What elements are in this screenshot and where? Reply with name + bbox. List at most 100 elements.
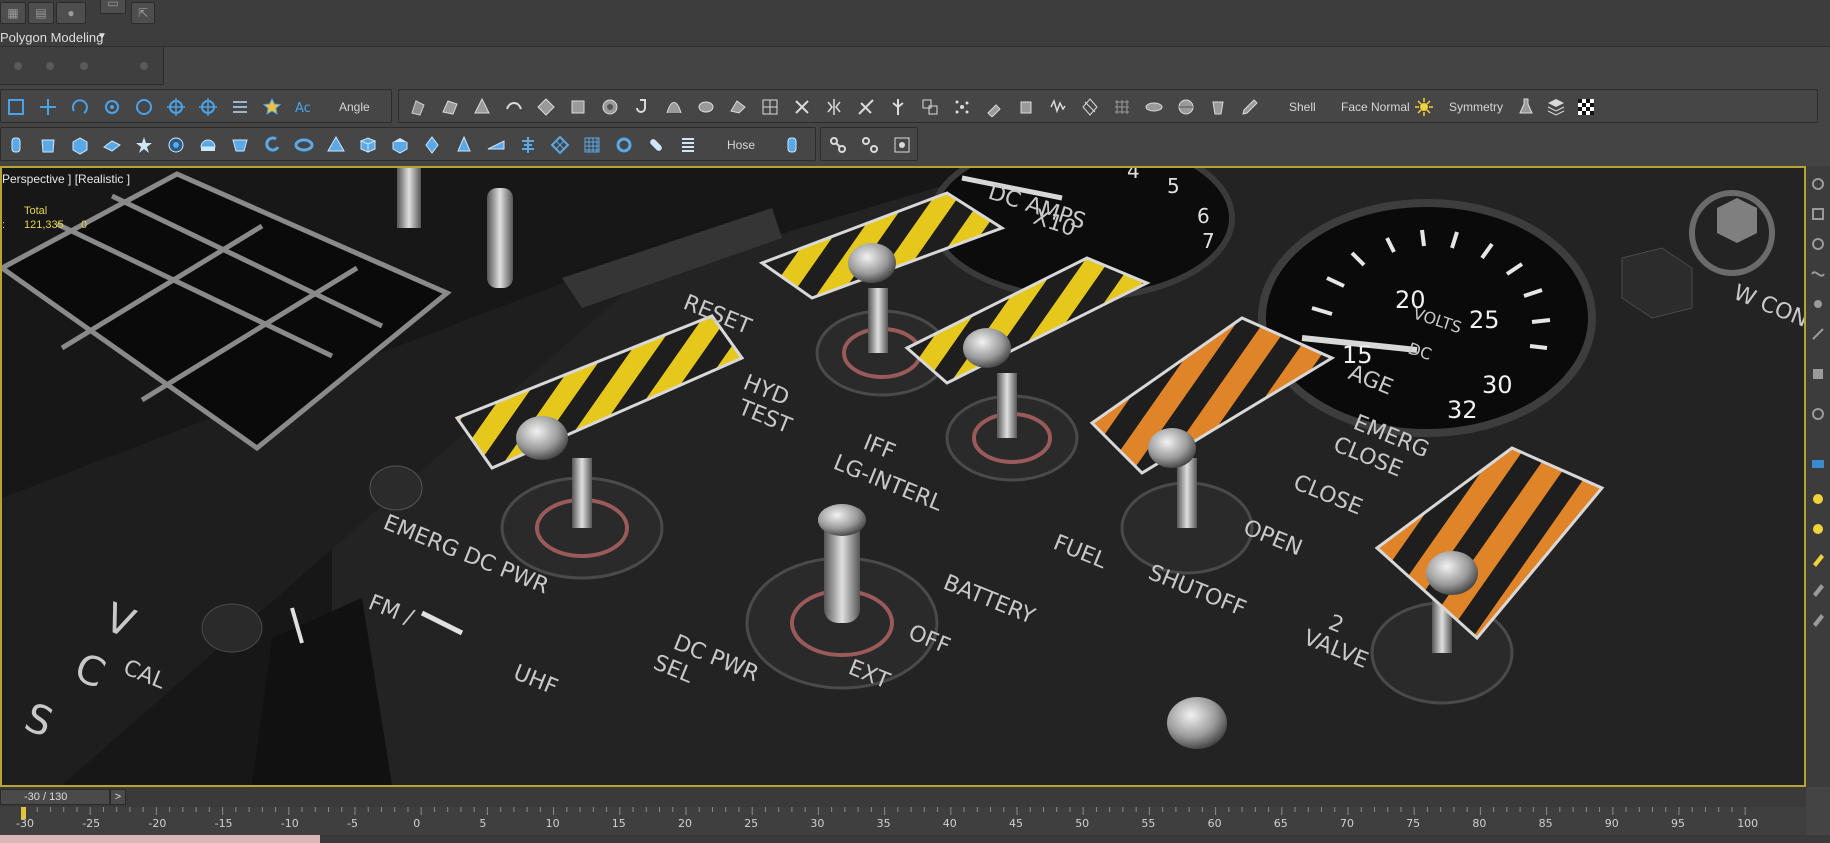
paint-brush-icon[interactable] — [983, 96, 1005, 118]
quick-access-grid-icon[interactable]: ▦ — [0, 2, 26, 24]
grid-plane-icon[interactable] — [581, 134, 603, 156]
pen-icon[interactable] — [1239, 96, 1261, 118]
time-slider-frame-display[interactable]: -30 / 130 — [0, 789, 110, 805]
bucket-icon[interactable] — [1207, 96, 1229, 118]
layers-stack-icon[interactable] — [1545, 96, 1567, 118]
hose-label[interactable]: Hose — [727, 138, 755, 152]
select-rotate-icon[interactable] — [69, 96, 91, 118]
relax-icon[interactable] — [727, 96, 749, 118]
helper-icon[interactable] — [1810, 581, 1826, 597]
checker-icon[interactable] — [1575, 96, 1597, 118]
perspective-viewport[interactable]: Perspective ] [Realistic ] Total : 121,3… — [0, 166, 1806, 787]
lattice-icon[interactable] — [549, 134, 571, 156]
utilities-icon[interactable] — [1810, 326, 1826, 342]
extrude-icon[interactable] — [407, 96, 429, 118]
open-box-icon[interactable] — [389, 134, 411, 156]
sun-light-icon[interactable] — [1810, 521, 1826, 537]
grid-cage-icon[interactable] — [759, 96, 781, 118]
lights-icon[interactable] — [1810, 491, 1826, 507]
polygon-crossed-icon[interactable] — [1079, 96, 1101, 118]
pin-toolbar-icon[interactable]: ⇱ — [131, 2, 155, 24]
ring-icon[interactable] — [613, 134, 635, 156]
select-by-text-icon[interactable]: Ac — [293, 96, 315, 118]
cone-cup-icon[interactable] — [229, 134, 251, 156]
sphere-icon[interactable] — [695, 96, 717, 118]
shell-label[interactable]: Shell — [1289, 100, 1316, 114]
connect-icon[interactable] — [791, 96, 813, 118]
select-move-icon[interactable] — [37, 96, 59, 118]
slice-icon[interactable] — [887, 96, 909, 118]
cylinder-icon[interactable] — [5, 134, 27, 156]
cylinder-shape-icon[interactable] — [1015, 96, 1037, 118]
maxscript-listener-field[interactable] — [0, 835, 320, 843]
box-icon[interactable] — [69, 134, 91, 156]
helix-icon[interactable] — [261, 134, 283, 156]
viewport-label[interactable]: Perspective ] [Realistic ] — [2, 172, 130, 186]
cut-icon[interactable] — [855, 96, 877, 118]
select-rectangle-icon[interactable] — [5, 96, 27, 118]
timeline-ruler[interactable]: -30 -25 -20 -15 -10 -5 0 5 10 15 20 25 30 35 40 45 50 55 6… — [0, 807, 1806, 835]
select-star-icon[interactable] — [261, 96, 283, 118]
paint-icon[interactable] — [1810, 551, 1826, 567]
angle-label[interactable]: Angle — [339, 100, 370, 114]
unlink-icon[interactable] — [859, 134, 881, 156]
geosphere-icon[interactable] — [165, 134, 187, 156]
symmetry-label[interactable]: Symmetry — [1449, 100, 1503, 114]
bevel-icon[interactable] — [439, 96, 461, 118]
inset-icon[interactable] — [567, 96, 589, 118]
modify-icon[interactable] — [1810, 206, 1826, 222]
pyramid-icon[interactable] — [325, 134, 347, 156]
select-target-icon[interactable] — [165, 96, 187, 118]
quadify-icon[interactable] — [919, 96, 941, 118]
cone-icon[interactable] — [453, 134, 475, 156]
hemisphere-icon[interactable] — [197, 134, 219, 156]
spindle-icon[interactable] — [517, 134, 539, 156]
spline-icon[interactable] — [663, 96, 685, 118]
spring-icon[interactable] — [677, 134, 699, 156]
ribbon-tab-polygon-modeling[interactable]: Polygon Modeling — [0, 30, 103, 45]
quick-access-small-icon[interactable]: ▭ — [100, 0, 126, 14]
disc-icon[interactable] — [1143, 96, 1165, 118]
chamfer-icon[interactable] — [471, 96, 493, 118]
cameras-icon[interactable] — [1810, 456, 1826, 472]
hierarchy-icon[interactable] — [1810, 236, 1826, 252]
plane-icon[interactable] — [101, 134, 123, 156]
quick-access-circle-icon[interactable]: ● — [56, 2, 86, 24]
select-circle-icon[interactable] — [133, 96, 155, 118]
mirror-icon[interactable] — [823, 96, 845, 118]
oil-tank-icon[interactable] — [781, 134, 803, 156]
quick-access-layers-icon[interactable]: ▤ — [28, 2, 54, 24]
chevron-down-icon[interactable]: ▼ — [97, 31, 107, 42]
bridge-icon[interactable] — [503, 96, 525, 118]
hook-icon[interactable] — [631, 96, 653, 118]
shapes-icon[interactable] — [1810, 406, 1826, 422]
time-slider-next-button[interactable]: > — [110, 789, 126, 805]
grid-dots-icon[interactable] — [1111, 96, 1133, 118]
time-slider-bar[interactable]: -30 / 130 > — [0, 787, 1806, 807]
torus-icon[interactable] — [293, 134, 315, 156]
sphere-sliced-icon[interactable] — [1175, 96, 1197, 118]
capsule-icon[interactable] — [645, 134, 667, 156]
select-loop-icon[interactable] — [229, 96, 251, 118]
bind-icon[interactable] — [891, 134, 913, 156]
select-crosshair-icon[interactable] — [197, 96, 219, 118]
tube-icon[interactable] — [37, 134, 59, 156]
flask-icon[interactable] — [1515, 96, 1537, 118]
cube-icon[interactable] — [357, 134, 379, 156]
create-icon[interactable] — [1810, 176, 1826, 192]
spacewarp-icon[interactable] — [1810, 611, 1826, 627]
face-normal-label[interactable]: Face Normal — [1341, 100, 1410, 114]
weld-icon[interactable] — [535, 96, 557, 118]
motion-icon[interactable] — [1810, 266, 1826, 282]
link-icon[interactable] — [827, 134, 849, 156]
diamond-icon[interactable] — [421, 134, 443, 156]
select-scale-icon[interactable] — [101, 96, 123, 118]
geometry-icon[interactable] — [1810, 366, 1826, 382]
scatter-icon[interactable] — [951, 96, 973, 118]
sun-icon[interactable] — [1413, 96, 1435, 118]
cap-icon[interactable] — [599, 96, 621, 118]
wedge-icon[interactable] — [485, 134, 507, 156]
star-shape-icon[interactable] — [133, 134, 155, 156]
noise-icon[interactable] — [1047, 96, 1069, 118]
display-icon[interactable] — [1810, 296, 1826, 312]
